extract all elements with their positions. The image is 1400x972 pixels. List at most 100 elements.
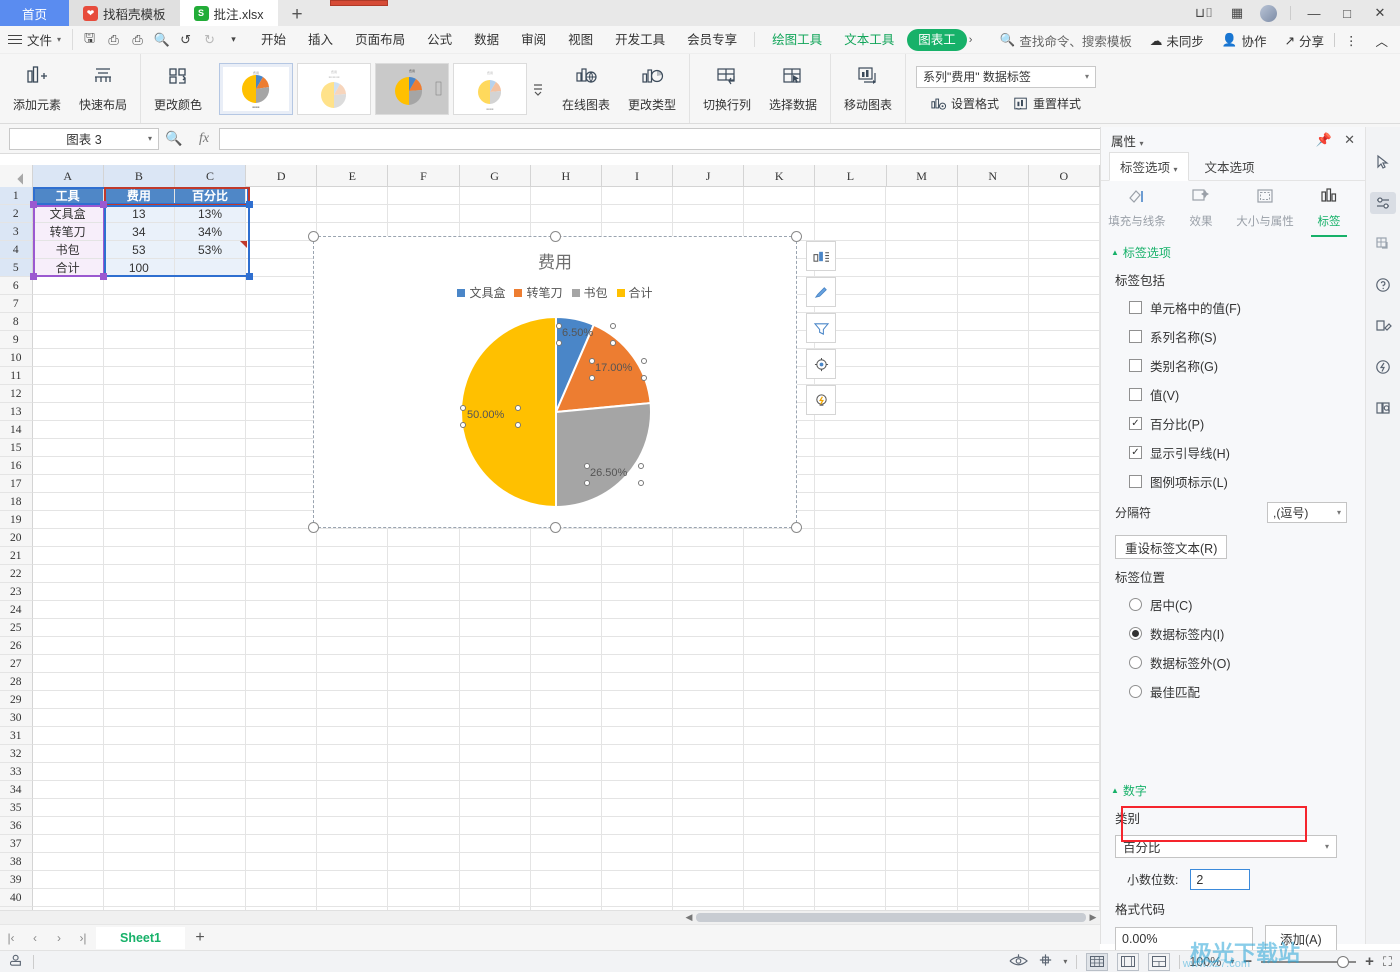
cell-D20[interactable] [246,529,318,547]
row-header-11[interactable]: 11 [0,367,33,385]
zoom-in-button[interactable]: + [1365,953,1374,970]
tab-member-exclusive[interactable]: 会员专享 [676,26,748,54]
cell-A4[interactable]: 书包 [32,241,104,259]
cell-D12[interactable] [246,385,318,403]
legend-item-0[interactable]: 文具盒 [457,284,505,301]
tab-chart-tools[interactable]: 图表工 [907,28,967,51]
cell-L39[interactable] [815,871,887,889]
cell-K38[interactable] [744,853,816,871]
cell-J26[interactable] [673,637,745,655]
horizontal-scrollbar[interactable]: ◀ ▶ [0,910,1100,924]
cell-B33[interactable] [103,763,175,781]
cell-O7[interactable] [1028,295,1100,313]
cell-K22[interactable] [744,565,816,583]
cell-O9[interactable] [1028,331,1100,349]
cell-M36[interactable] [886,817,958,835]
change-color-button[interactable]: 更改颜色 [145,58,211,120]
cell-F27[interactable] [388,655,460,673]
cell-L2[interactable] [815,205,887,223]
cell-E36[interactable] [317,817,389,835]
cell-B11[interactable] [103,367,175,385]
chevron-right-icon[interactable]: › [969,34,977,46]
radio-icon[interactable] [1129,627,1142,640]
cell-N35[interactable] [957,799,1029,817]
cell-G2[interactable] [459,205,531,223]
label-handle[interactable] [460,405,466,411]
cell-J28[interactable] [673,673,745,691]
cell-B17[interactable] [103,475,175,493]
cell-J40[interactable] [673,889,745,907]
chart-idea-icon[interactable] [806,385,836,415]
table-row[interactable]: 29 [0,691,1100,709]
checkbox-value[interactable]: 值(V) [1101,380,1365,409]
cell-C36[interactable] [174,817,247,835]
decimals-input[interactable]: 2 [1190,869,1251,890]
cell-E39[interactable] [317,871,389,889]
cell-G21[interactable] [459,547,531,565]
cell-C24[interactable] [174,601,247,619]
cell-B27[interactable] [103,655,175,673]
cell-M40[interactable] [886,889,958,907]
cell-D26[interactable] [246,637,318,655]
cell-N33[interactable] [957,763,1029,781]
cell-F32[interactable] [388,745,460,763]
cell-N13[interactable] [957,403,1029,421]
cell-N12[interactable] [957,385,1029,403]
cell-D34[interactable] [246,781,318,799]
cell-C21[interactable] [174,547,247,565]
cell-O5[interactable] [1028,259,1100,277]
row-header-24[interactable]: 24 [0,601,33,619]
label-handle[interactable] [515,422,521,428]
cell-K35[interactable] [744,799,816,817]
cell-E40[interactable] [317,889,389,907]
cell-N36[interactable] [957,817,1029,835]
prev-sheet-button[interactable]: ‹ [24,931,46,945]
legend-item-1[interactable]: 转笔刀 [514,284,563,301]
cell-D5[interactable] [246,259,318,277]
label-handle[interactable] [584,463,590,469]
col-header-M[interactable]: M [887,165,958,187]
checkbox-icon[interactable]: ✓ [1129,417,1142,430]
cell-D4[interactable] [246,241,318,259]
print-preview-icon[interactable]: 🔍 [151,29,172,50]
cell-H2[interactable] [530,205,602,223]
cell-A6[interactable] [32,277,104,295]
cell-F36[interactable] [388,817,460,835]
cell-G30[interactable] [459,709,531,727]
cell-A12[interactable] [32,385,104,403]
cell-H22[interactable] [530,565,602,583]
cell-O16[interactable] [1028,457,1100,475]
cell-O27[interactable] [1028,655,1100,673]
cell-B40[interactable] [103,889,175,907]
cell-K36[interactable] [744,817,816,835]
cell-J36[interactable] [673,817,745,835]
cell-A3[interactable]: 转笔刀 [32,223,104,241]
fullscreen-icon[interactable]: ⛶ [1383,954,1392,970]
cell-J21[interactable] [673,547,745,565]
cell-N17[interactable] [957,475,1029,493]
cell-I21[interactable] [601,547,673,565]
cell-J23[interactable] [673,583,745,601]
label-handle[interactable] [610,323,616,329]
cell-B2[interactable]: 13 [103,205,175,223]
cell-O32[interactable] [1028,745,1100,763]
select-all-corner[interactable] [0,165,33,187]
cell-A28[interactable] [32,673,104,691]
col-header-A[interactable]: A [32,165,104,187]
cell-C12[interactable] [174,385,247,403]
cell-A15[interactable] [32,439,104,457]
cell-L38[interactable] [815,853,887,871]
cell-C31[interactable] [174,727,247,745]
cell-N30[interactable] [957,709,1029,727]
close-button[interactable]: ✕ [1370,5,1390,21]
resize-handle-ne[interactable] [791,231,802,242]
cell-M13[interactable] [886,403,958,421]
cell-F21[interactable] [388,547,460,565]
row-header-3[interactable]: 3 [0,223,33,241]
cell-B38[interactable] [103,853,175,871]
cell-E25[interactable] [317,619,389,637]
properties-title-group[interactable]: 属性 ▾ [1111,131,1144,150]
cell-N21[interactable] [957,547,1029,565]
cell-E33[interactable] [317,763,389,781]
quick-more-icon[interactable]: ▾ [223,29,244,50]
